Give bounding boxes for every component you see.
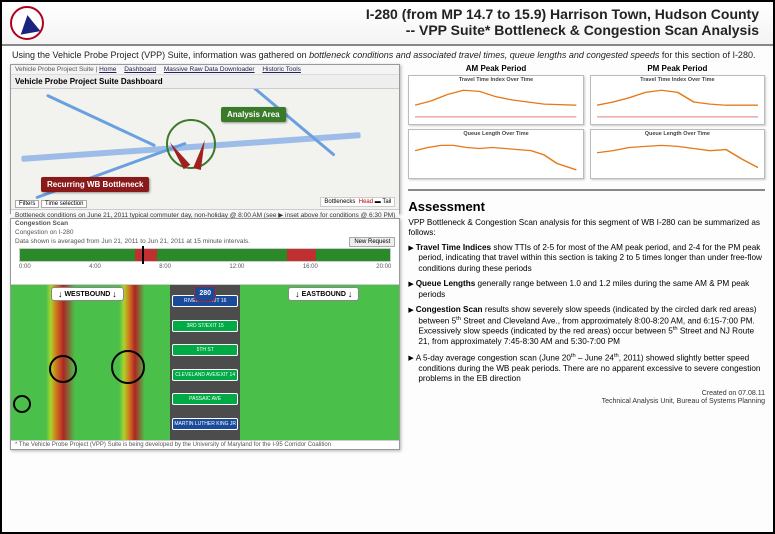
assessment-bullet-scan: Congestion Scan results show severely sl…	[408, 305, 765, 348]
assessment-intro: VPP Bottleneck & Congestion Scan analysi…	[408, 218, 765, 239]
scan-timeline[interactable]	[19, 248, 391, 262]
scan-hotspot-circle-icon	[111, 350, 145, 384]
map-area[interactable]: Analysis Area Recurring WB Bottleneck Bo…	[11, 89, 399, 209]
divider	[408, 189, 765, 191]
intro-text: Using the Vehicle Probe Project (VPP) Su…	[2, 46, 773, 62]
vpp-footnote: * The Vehicle Probe Project (VPP) Suite …	[11, 440, 399, 449]
assessment-bullet-tti: Travel Time Indices show TTIs of 2-5 for…	[408, 243, 765, 274]
tab-rawdata[interactable]: Massive Raw Data Downloader	[164, 66, 255, 73]
westbound-label: ↓ WESTBOUND ↓	[51, 287, 124, 301]
footer-metadata: Created on 07.08.11 Technical Analysis U…	[408, 390, 765, 407]
agency-logo	[10, 6, 48, 44]
pm-tti-chart: Travel Time Index Over Time	[590, 75, 765, 125]
suite-tabbar: Vehicle Probe Project Suite | Home Dashb…	[11, 65, 399, 75]
congestion-scan-panel: Congestion Scan Congestion on I-280 Data…	[10, 218, 400, 450]
page: I-280 (from MP 14.7 to 15.9) Harrison To…	[0, 0, 775, 534]
scan-date-note: Data shown is averaged from Jun 21, 2011…	[11, 237, 399, 246]
scan-hotspot-circle-icon	[49, 355, 77, 383]
pm-peak-title: PM Peak Period	[590, 64, 765, 73]
scan-hotspot-circle-icon	[13, 395, 31, 413]
header: I-280 (from MP 14.7 to 15.9) Harrison To…	[2, 2, 773, 46]
timeline-labels: 0:00 4:00 8:00 12:00 16:00 20:00	[19, 264, 391, 270]
am-tti-chart: Travel Time Index Over Time	[408, 75, 583, 125]
dashboard-title: Vehicle Probe Project Suite Dashboard	[11, 75, 399, 89]
assessment-bullet-queue: Queue Lengths generally range between 1.…	[408, 279, 765, 300]
page-title-line2: -- VPP Suite* Bottleneck & Congestion Sc…	[48, 22, 759, 38]
tab-dashboard[interactable]: Dashboard	[124, 66, 156, 73]
assessment-heading: Assessment	[408, 199, 765, 214]
tab-home[interactable]: Home	[99, 66, 116, 73]
route-shield-icon: 280	[194, 286, 216, 302]
callout-analysis-area: Analysis Area	[221, 107, 286, 122]
scan-subtitle: Congestion on I-280	[11, 228, 399, 237]
charts-block: AM Peak Period Travel Time Index Over Ti…	[408, 64, 765, 183]
tab-historic[interactable]: Historic Tools	[262, 66, 301, 73]
scan-title: Congestion Scan	[15, 220, 68, 227]
assessment-bullet-5day: A 5-day average congestion scan (June 20…	[408, 353, 765, 385]
callout-bottleneck: Recurring WB Bottleneck	[41, 177, 149, 192]
map-legend: Bottlenecks Head ▬ Tail	[320, 197, 395, 207]
scan-heatmap: ↓ WESTBOUND ↓ ↓ EASTBOUND ↓ 280 RIVER ST…	[11, 285, 399, 440]
map-dashboard-panel: Vehicle Probe Project Suite | Home Dashb…	[10, 64, 400, 214]
pm-queue-chart: Queue Length Over Time	[590, 129, 765, 179]
am-peak-title: AM Peak Period	[408, 64, 583, 73]
eastbound-label: ↓ EASTBOUND ↓	[288, 287, 359, 301]
new-request-button[interactable]: New Request	[349, 237, 395, 247]
scan-road-signs: RIVER ST/EXIT 16 3RD ST/EXIT 15 5TH ST C…	[170, 285, 240, 440]
am-queue-chart: Queue Length Over Time	[408, 129, 583, 179]
assessment-section: Assessment VPP Bottleneck & Congestion S…	[408, 197, 765, 406]
map-controls[interactable]: Filters Time selection	[15, 201, 87, 207]
page-title-line1: I-280 (from MP 14.7 to 15.9) Harrison To…	[48, 6, 759, 22]
